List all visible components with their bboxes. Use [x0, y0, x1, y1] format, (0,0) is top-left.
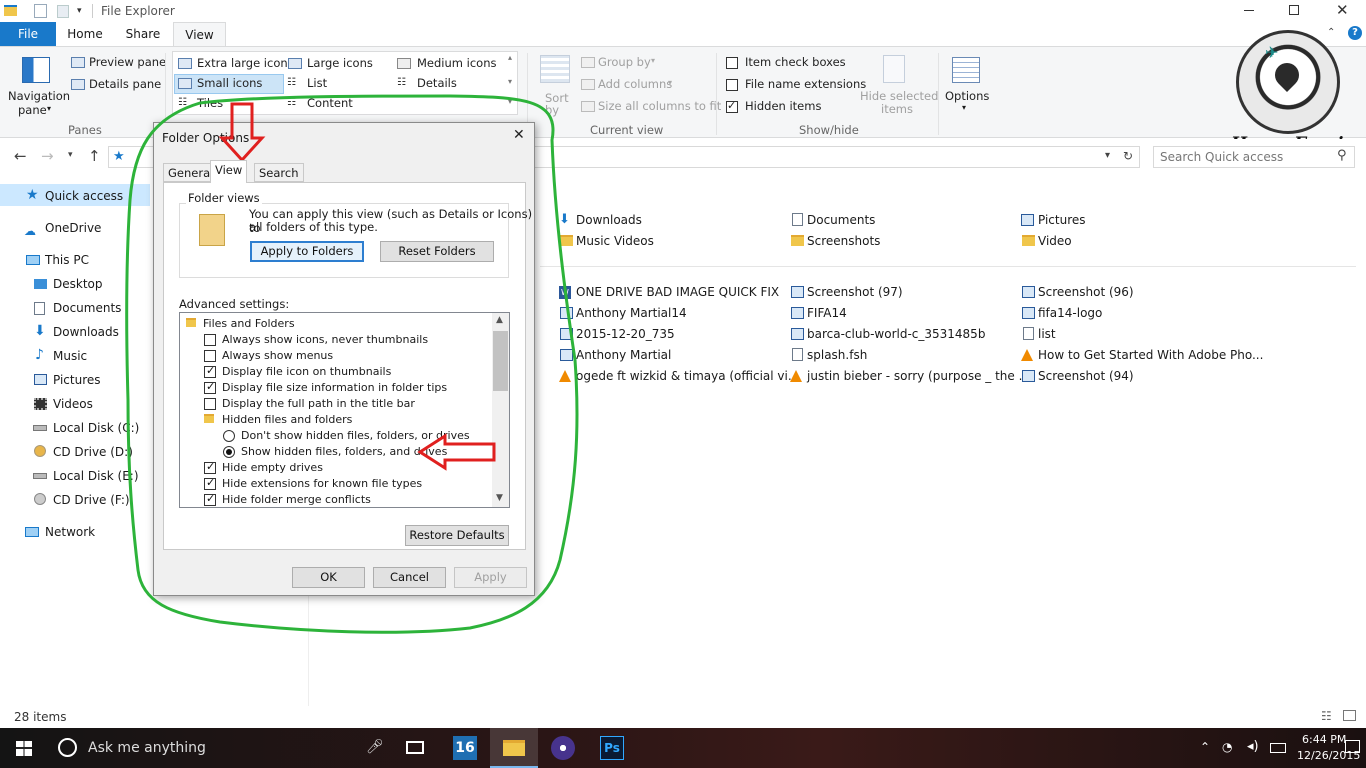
app-ps-icon[interactable]: Ps [600, 736, 624, 760]
action-center-icon[interactable] [1345, 740, 1360, 753]
microphone-icon[interactable]: 🎤︎ [366, 739, 384, 755]
start-icon-gap [16, 747, 32, 749]
wifi-icon[interactable]: ◔ [1222, 740, 1232, 754]
tab-view[interactable]: View [210, 160, 248, 183]
app-16-icon[interactable]: 16 [453, 736, 477, 760]
green-annotation-outline [125, 94, 579, 634]
eclipse-icon[interactable] [551, 736, 575, 760]
red-arrow-left [417, 433, 496, 471]
task-view-icon[interactable] [406, 741, 424, 754]
annotation-overlay [125, 94, 579, 634]
red-arrow-down [218, 102, 266, 163]
volume-icon[interactable]: ◂) [1247, 739, 1259, 754]
file-explorer-taskbar-button[interactable] [490, 728, 538, 768]
keyboard-icon[interactable] [1270, 743, 1286, 753]
cortana-circle-icon[interactable] [58, 738, 77, 757]
cortana-search-box[interactable]: Ask me anything [88, 740, 206, 756]
clock-time[interactable]: 6:44 PM [1302, 733, 1346, 746]
taskbar: Ask me anything 🎤︎ 16 Ps ⌃ ◔ ◂) 6:44 PM … [0, 728, 1366, 768]
folder-icon [503, 740, 525, 756]
tray-chevron-icon[interactable]: ⌃ [1200, 740, 1210, 754]
